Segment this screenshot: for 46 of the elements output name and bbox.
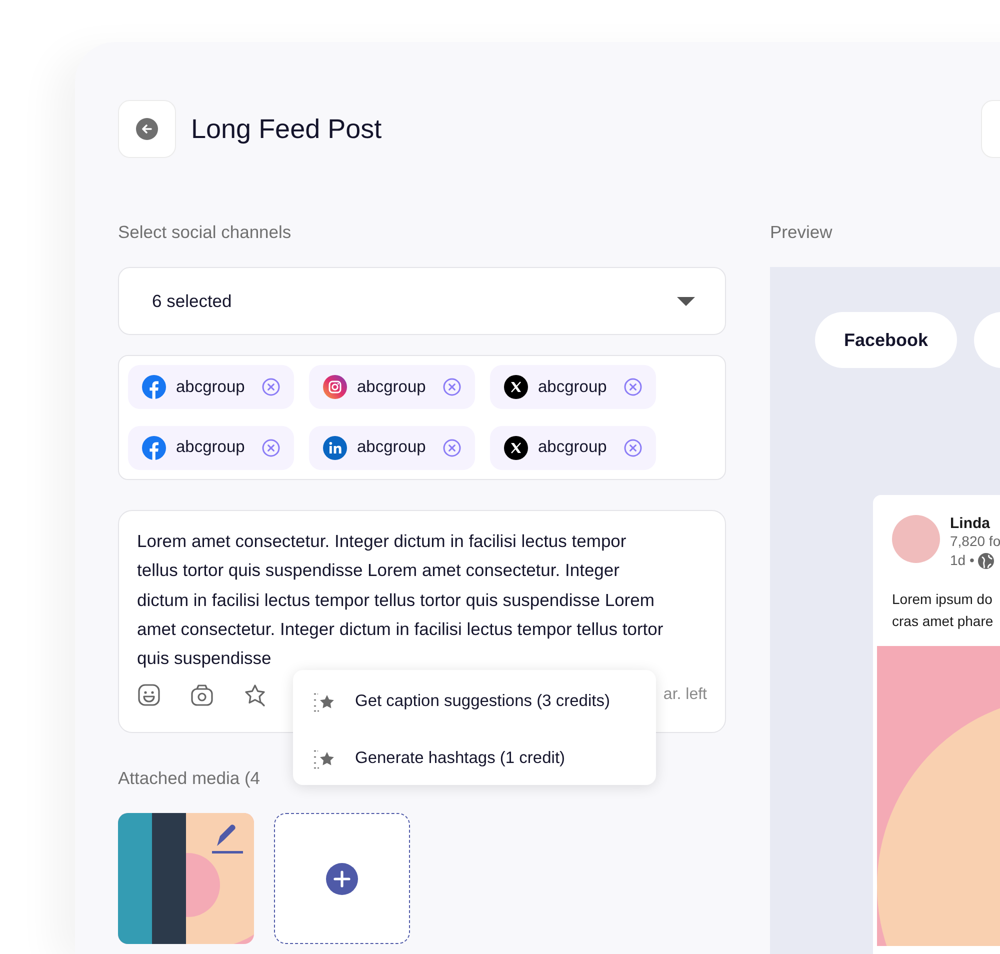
account-name: abcgroup — [176, 438, 246, 457]
page-title: Long Feed Post — [191, 114, 382, 144]
back-button[interactable] — [118, 100, 176, 158]
menu-item[interactable]: Generate hashtags (1 credit) — [293, 733, 656, 784]
post-time: 1d • — [950, 551, 974, 570]
edit-icon[interactable] — [210, 823, 244, 854]
menu-item[interactable]: Get caption suggestions (3 credits) — [293, 676, 656, 727]
caret-icon — [677, 296, 695, 306]
x-icon — [504, 375, 528, 399]
star-list-icon — [313, 748, 335, 770]
remove-icon[interactable] — [262, 438, 280, 456]
channel-dropdown[interactable]: 6 selected — [118, 267, 726, 335]
account-name: abcgroup — [176, 378, 246, 396]
account-name: abcgroup — [538, 438, 608, 457]
sparkle-star-icon[interactable] — [243, 683, 267, 708]
account-name: abcgroup — [538, 378, 608, 396]
follower-count: 7,820 fo — [950, 532, 1000, 551]
camera-icon[interactable] — [190, 683, 214, 708]
linkedin-icon — [323, 436, 347, 460]
remove-icon[interactable] — [262, 378, 280, 396]
char-counter: ar. left — [663, 686, 707, 704]
author-name: Linda — [950, 515, 991, 532]
post-text-line: cras amet phare — [892, 612, 994, 631]
emoji-icon[interactable] — [137, 683, 161, 708]
account-name: abcgroup — [357, 438, 427, 457]
plus-icon — [326, 862, 358, 894]
remove-icon[interactable] — [443, 378, 461, 396]
instagram-icon — [323, 375, 347, 399]
star-list-icon — [313, 690, 335, 712]
remove-icon[interactable] — [443, 438, 461, 456]
section-label: Preview — [770, 221, 834, 243]
post-text: Lorem amet consectetur. Integer dictum in facilisi lectus tempor tellus tortor quis suspendisse Lorem amet consectetur. Integer dictum in facilisi lectus tempor tellus tortor quis suspendisse Lorem amet consectetur. Integer dictum in facilisi lectus tempor tellus tortor quis suspendisse — [137, 530, 664, 670]
section-label: Attached media (4 — [118, 767, 262, 789]
add-media-button[interactable] — [274, 813, 410, 944]
dropdown-value: 6 selected — [152, 290, 232, 312]
avatar — [892, 515, 940, 563]
preview-tab[interactable]: Facebook — [815, 312, 958, 368]
account-name: abcgroup — [357, 378, 427, 396]
remove-icon[interactable] — [624, 438, 642, 456]
facebook-icon — [142, 375, 166, 399]
globe-icon — [978, 552, 994, 568]
section-label: Select social channels — [118, 221, 292, 243]
post-text-line: Lorem ipsum do — [892, 590, 994, 609]
facebook-icon — [142, 436, 166, 460]
remove-icon[interactable] — [624, 378, 642, 396]
x-icon — [504, 436, 528, 460]
